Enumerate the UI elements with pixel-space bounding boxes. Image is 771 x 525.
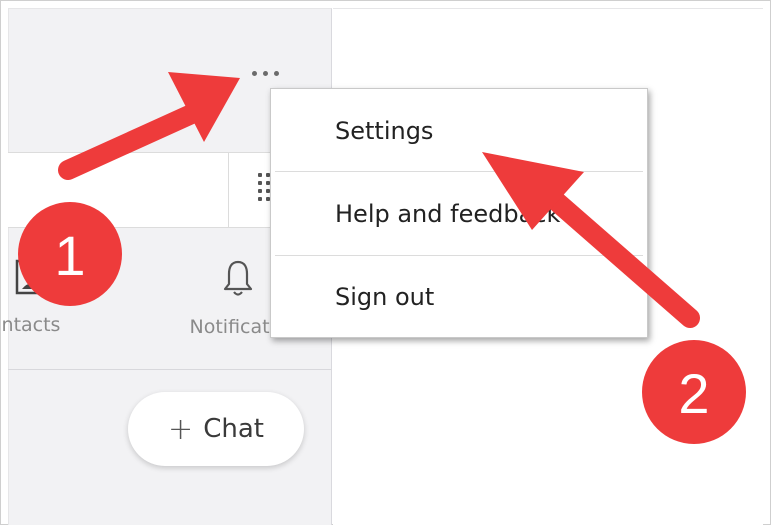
ellipsis-dot (262, 70, 268, 76)
new-chat-button[interactable]: + Chat (128, 392, 304, 466)
ellipsis-dot (273, 70, 279, 76)
nav-item-label: ntacts (1, 314, 61, 336)
bell-icon (223, 260, 253, 296)
more-options-menu: Settings Help and feedback Sign out (270, 88, 648, 338)
contacts-icon (15, 259, 47, 295)
new-chat-label: Chat (203, 414, 264, 444)
plus-icon: + (168, 411, 194, 447)
more-options-button[interactable] (236, 58, 294, 88)
search-divider (228, 153, 229, 227)
menu-item-settings[interactable]: Settings (271, 89, 647, 172)
search-input[interactable] (8, 153, 228, 227)
menu-item-help-feedback[interactable]: Help and feedback (271, 172, 647, 255)
menu-item-sign-out[interactable]: Sign out (271, 255, 647, 338)
nav-item-contacts[interactable]: ntacts (0, 258, 76, 336)
ellipsis-dot (251, 70, 257, 76)
